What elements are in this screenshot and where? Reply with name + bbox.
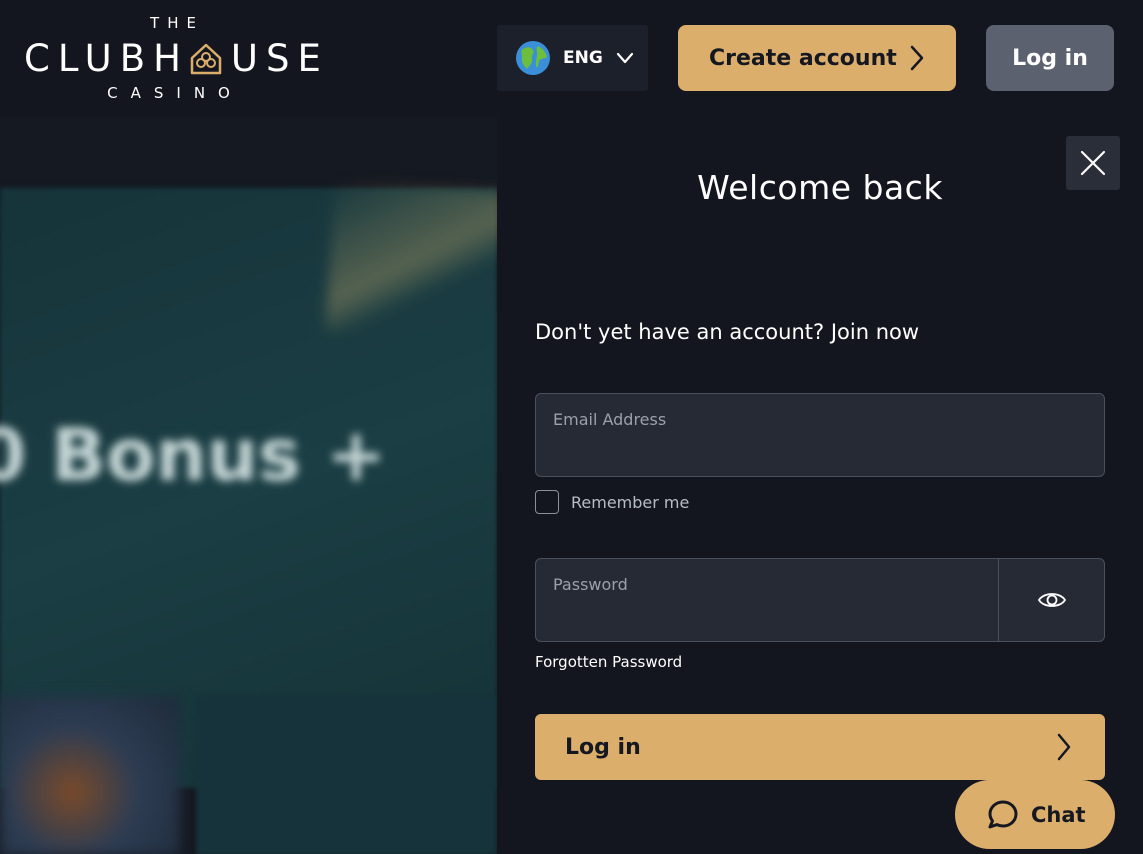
logo-main-text: CLUBH USE [24, 36, 329, 80]
banner-bonus-text: 0 Bonus + [0, 413, 387, 497]
game-tile [0, 696, 180, 854]
header-login-button[interactable]: Log in [986, 25, 1114, 91]
login-submit-label: Log in [565, 734, 641, 760]
join-now-link[interactable]: Join now [831, 320, 919, 344]
house-club-icon [190, 43, 222, 75]
background-page: 0 Bonus + [0, 118, 497, 854]
panel-title: Welcome back [697, 168, 943, 207]
password-label: Password [553, 575, 628, 594]
show-password-button[interactable] [998, 559, 1105, 641]
password-input[interactable] [553, 601, 993, 629]
globe-icon [516, 41, 550, 75]
chat-bubble-icon [988, 800, 1018, 828]
game-tile [196, 696, 497, 854]
join-prompt-text: Don't yet have an account? [535, 320, 825, 344]
remember-me-label: Remember me [571, 492, 690, 512]
chevron-right-icon [910, 45, 924, 71]
chevron-down-icon [616, 52, 633, 64]
clubhouse-casino-logo[interactable]: THE CLUBH USE CASINO [24, 14, 346, 104]
remember-me-checkbox[interactable] [535, 490, 559, 514]
password-field[interactable]: Password [535, 558, 1105, 642]
logo-main-left: CLUBH [24, 36, 189, 80]
eye-icon [1037, 593, 1067, 607]
language-selector[interactable]: ENG [497, 25, 648, 91]
remember-me[interactable]: Remember me [535, 490, 689, 514]
logo-top-text: THE [150, 14, 204, 32]
create-account-button[interactable]: Create account [678, 25, 956, 91]
language-code: ENG [563, 48, 603, 68]
chevron-right-icon [1057, 733, 1071, 761]
chat-label: Chat [1031, 802, 1086, 827]
email-label: Email Address [553, 410, 667, 429]
banner-glow [325, 180, 497, 346]
logo-main-right: USE [230, 36, 329, 80]
logo-bottom-text: CASINO [107, 84, 243, 102]
site-header: THE CLUBH USE CASINO ENG Create account [0, 0, 1143, 118]
join-prompt: Don't yet have an account? Join now [535, 320, 919, 344]
forgotten-password-link[interactable]: Forgotten Password [535, 653, 682, 671]
email-field[interactable]: Email Address [535, 393, 1105, 477]
login-submit-button[interactable]: Log in [535, 714, 1105, 780]
email-input[interactable] [553, 436, 1073, 464]
chat-button[interactable]: Chat [955, 780, 1115, 849]
create-account-label: Create account [709, 45, 897, 71]
